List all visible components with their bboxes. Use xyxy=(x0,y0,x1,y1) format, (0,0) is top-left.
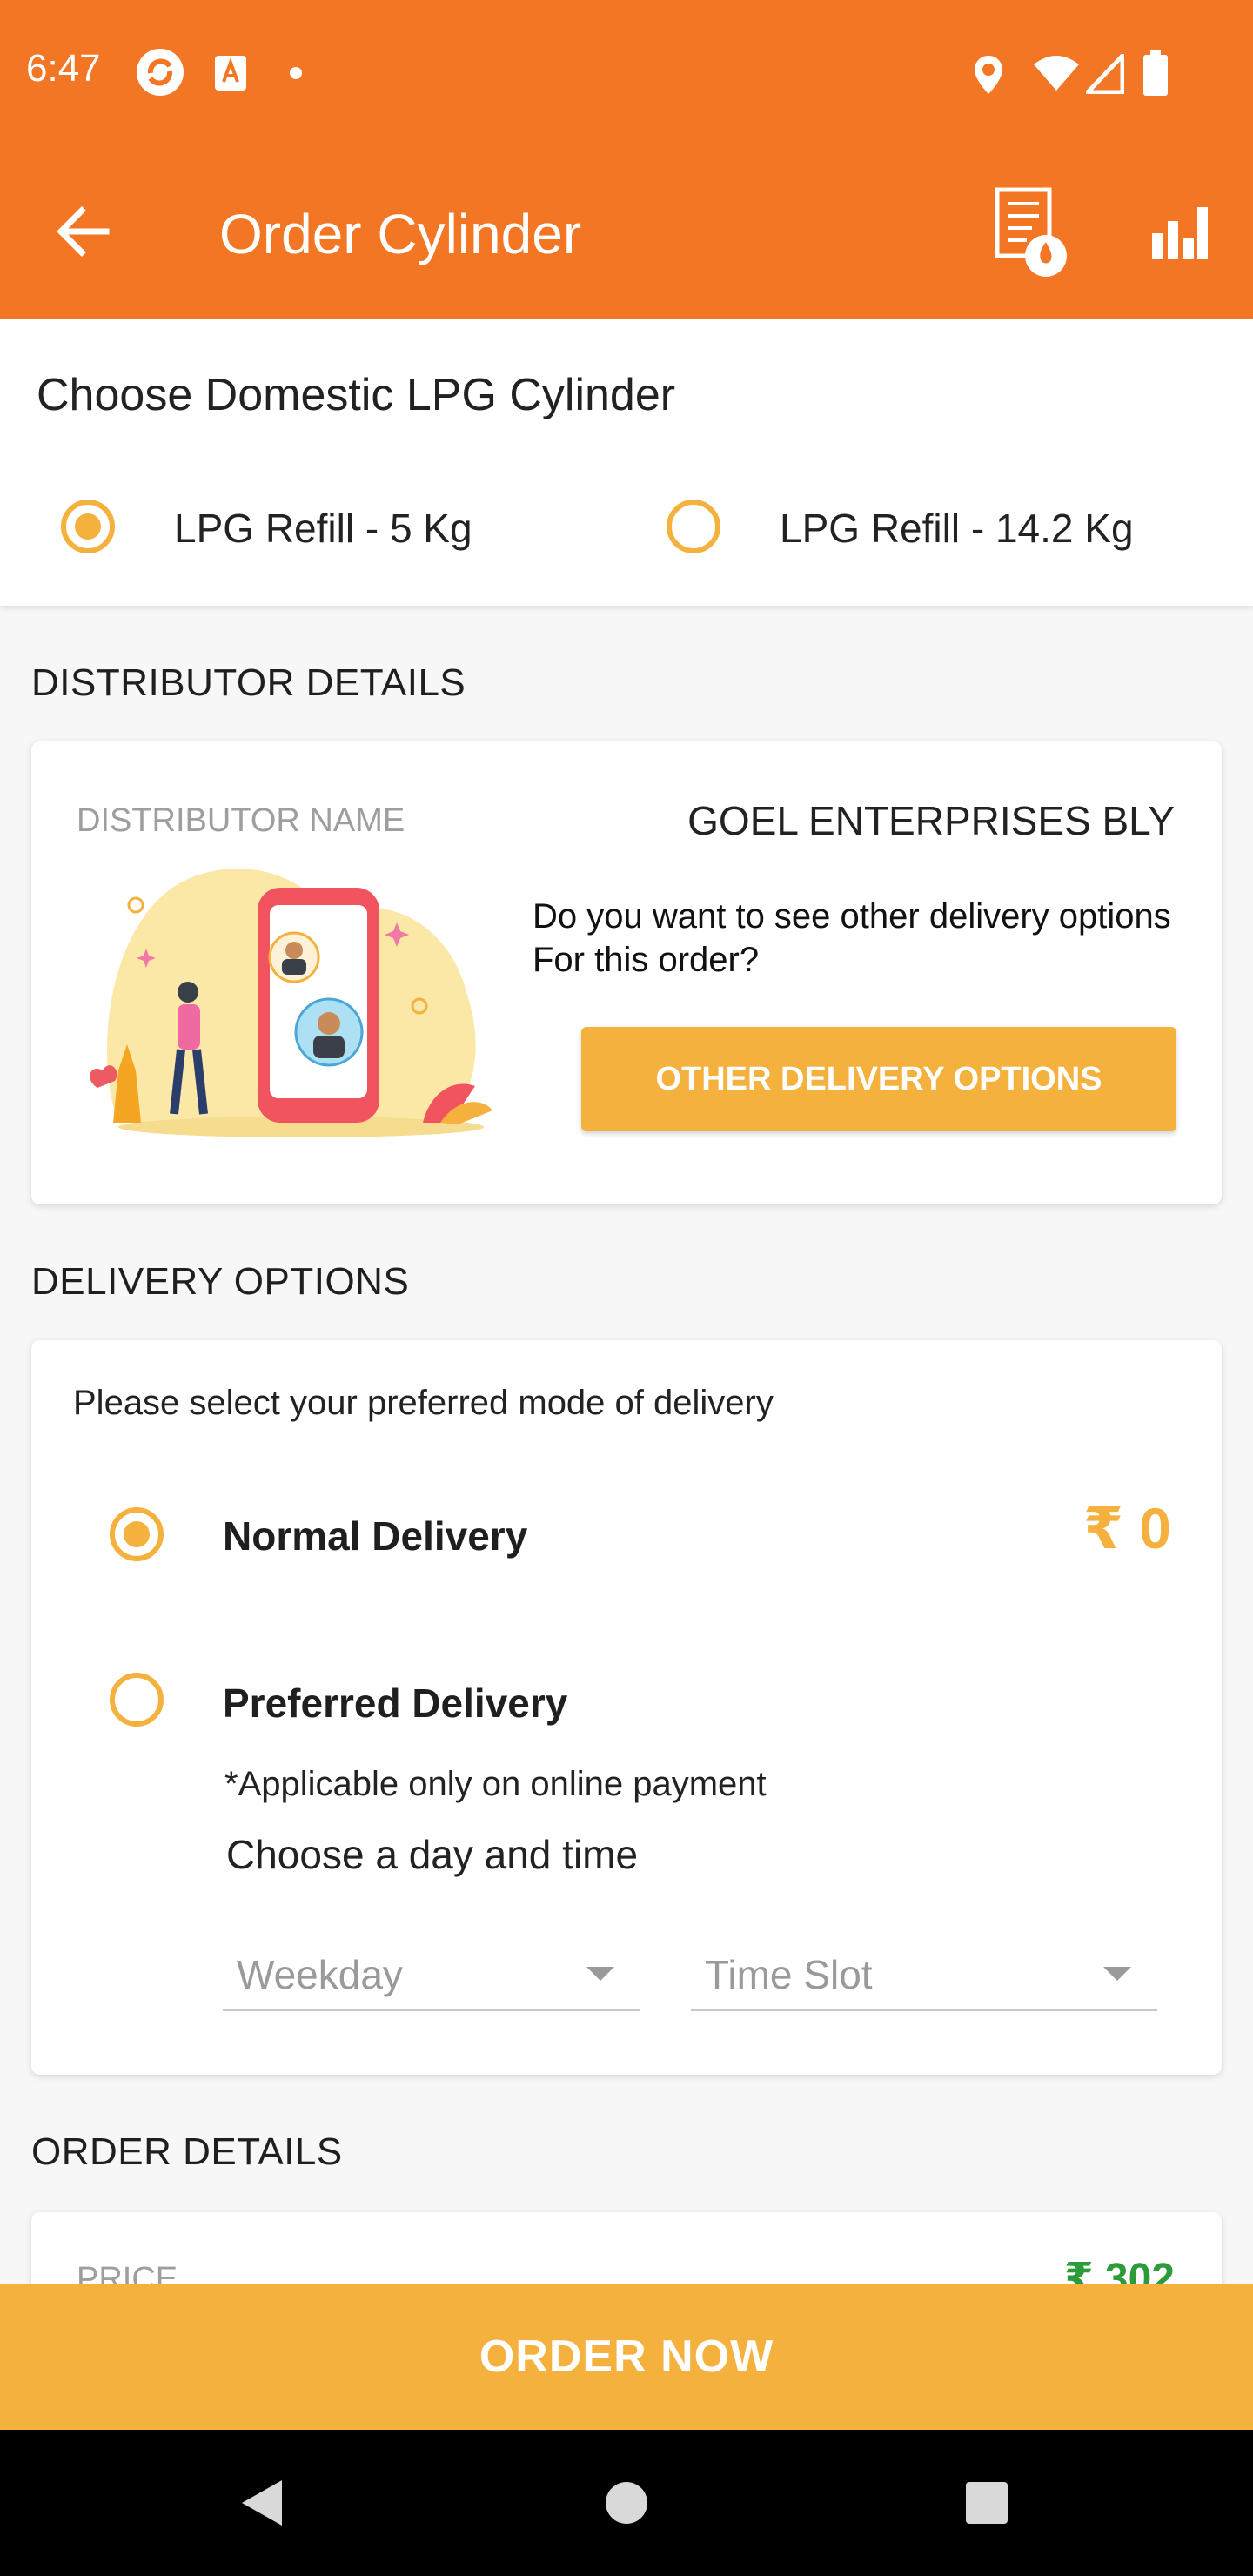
delivery-illustration xyxy=(90,869,492,1137)
time-slot-dropdown-value: Time Slot xyxy=(705,1952,873,1997)
cylinder-heading: Choose Domestic LPG Cylinder xyxy=(37,370,676,420)
delivery-section-title: DELIVERY OPTIONS xyxy=(31,1260,410,1303)
store-notification-icon xyxy=(215,56,246,91)
delivery-intro-text: Please select your preferred mode of del… xyxy=(73,1384,774,1422)
wifi-icon xyxy=(1034,56,1079,91)
other-options-question: Do you want to see other delivery option… xyxy=(533,897,1171,979)
location-icon xyxy=(975,56,1002,94)
radio-5kg-label[interactable]: LPG Refill - 5 Kg xyxy=(174,505,472,552)
cylinder-selection-card xyxy=(0,319,1253,606)
distributor-name-value: GOEL ENTERPRISES BLY xyxy=(687,798,1175,843)
weekday-dropdown-value: Weekday xyxy=(237,1952,403,1997)
preferred-delivery-label[interactable]: Preferred Delivery xyxy=(223,1680,567,1727)
distributor-section-title: DISTRIBUTOR DETAILS xyxy=(31,661,466,704)
weekday-dropdown[interactable]: Weekday xyxy=(223,1942,640,2011)
time-slot-chevron-down-icon xyxy=(1103,1967,1131,1981)
radio-14kg-label[interactable]: LPG Refill - 14.2 Kg xyxy=(780,505,1134,552)
nav-recents-icon[interactable] xyxy=(964,2480,1009,2526)
bar-chart-icon[interactable] xyxy=(1149,202,1209,263)
order-now-button[interactable]: ORDER NOW xyxy=(0,2284,1253,2430)
app-notification-icon xyxy=(137,49,184,96)
back-arrow-icon[interactable] xyxy=(52,200,115,263)
time-slot-dropdown[interactable]: Time Slot xyxy=(691,1942,1157,2011)
nav-back-icon[interactable] xyxy=(237,2477,285,2529)
distributor-name-label: DISTRIBUTOR NAME xyxy=(77,802,405,839)
weekday-chevron-down-icon xyxy=(586,1967,614,1981)
choose-day-time-label: Choose a day and time xyxy=(226,1832,639,1877)
nav-home-icon[interactable] xyxy=(604,2480,649,2526)
radio-5kg[interactable] xyxy=(61,500,115,553)
order-details-section-title: ORDER DETAILS xyxy=(31,2130,343,2173)
battery-icon xyxy=(1143,50,1168,96)
page-title: Order Cylinder xyxy=(219,203,582,265)
radio-preferred-delivery[interactable] xyxy=(110,1673,164,1727)
radio-normal-delivery[interactable] xyxy=(110,1507,164,1561)
order-history-icon[interactable] xyxy=(992,184,1075,278)
normal-delivery-label[interactable]: Normal Delivery xyxy=(223,1513,527,1560)
cellular-signal-icon xyxy=(1086,54,1124,94)
status-time: 6:47 xyxy=(26,47,101,90)
radio-14kg[interactable] xyxy=(667,500,720,553)
online-payment-note: *Applicable only on online payment xyxy=(224,1765,767,1803)
more-notifications-dot-icon xyxy=(290,67,302,79)
normal-delivery-price: ₹ 0 xyxy=(1083,1496,1171,1560)
other-delivery-options-button[interactable]: OTHER DELIVERY OPTIONS xyxy=(581,1027,1176,1131)
